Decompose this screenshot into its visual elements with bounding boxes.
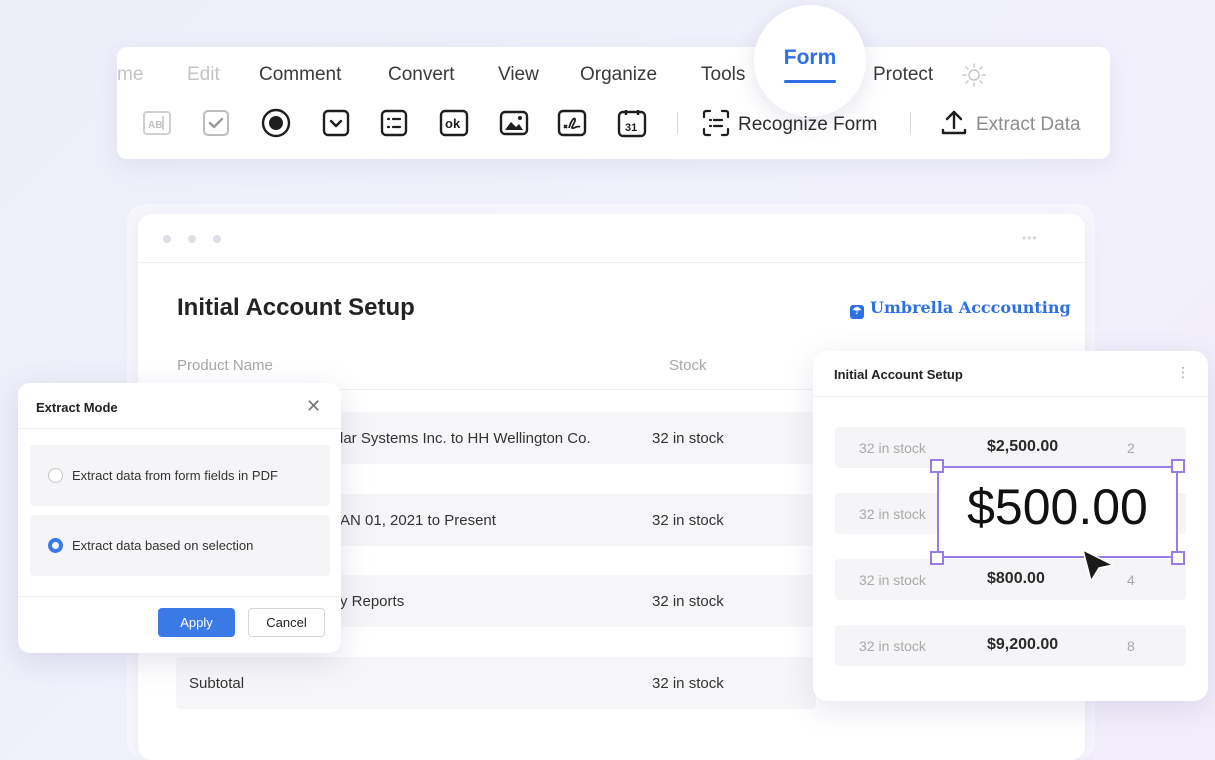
radio-selection[interactable] (48, 538, 63, 553)
radio-form-fields[interactable] (48, 468, 63, 483)
panel-stock: 32 in stock (859, 440, 926, 456)
option-label: Extract data from form fields in PDF (72, 468, 278, 483)
panel-price: $9,200.00 (987, 636, 1059, 653)
close-icon[interactable]: ✕ (306, 396, 321, 417)
svg-text:AB: AB (148, 120, 162, 131)
panel-qty: 2 (1127, 440, 1135, 456)
radio-button-icon[interactable] (260, 107, 292, 139)
tab-comment[interactable]: Comment (259, 64, 341, 86)
panel-stock: 32 in stock (859, 506, 926, 522)
dialog-divider (18, 596, 341, 597)
signature-field-icon[interactable] (556, 107, 588, 139)
column-header-stock: Stock (669, 357, 707, 374)
lightbulb-icon[interactable] (961, 62, 987, 88)
panel-divider (813, 396, 1208, 397)
date-field-icon[interactable]: 31 (616, 107, 648, 139)
brand-name: Umbrella Acccounting (870, 298, 1071, 317)
subtotal-label: Subtotal (189, 675, 245, 692)
stock-cell: 32 in stock (652, 593, 724, 610)
cancel-button[interactable]: Cancel (248, 608, 325, 637)
tab-home[interactable]: me (117, 64, 143, 86)
window-dot (163, 235, 171, 243)
resize-handle[interactable] (930, 459, 944, 473)
checkbox-icon[interactable] (200, 107, 232, 139)
more-vertical-icon[interactable]: ⋮ (1176, 364, 1190, 381)
resize-handle[interactable] (1171, 459, 1185, 473)
product-cell: y Reports (340, 593, 405, 610)
brand-logo: ☂ Umbrella Acccounting (850, 298, 1071, 319)
list-box-icon[interactable] (378, 107, 410, 139)
image-field-icon[interactable] (498, 107, 530, 139)
tab-form[interactable]: Form (754, 46, 866, 70)
dialog-divider (18, 428, 341, 429)
stock-cell: 32 in stock (652, 675, 724, 692)
upload-icon[interactable] (938, 107, 970, 139)
apply-button[interactable]: Apply (158, 608, 235, 637)
ok-button-icon[interactable]: ok (438, 107, 470, 139)
active-tab-underline (784, 80, 836, 83)
column-header-product: Product Name (177, 357, 273, 374)
svg-text:ok: ok (445, 116, 461, 131)
panel-qty: 8 (1127, 638, 1135, 654)
dropdown-icon[interactable] (320, 107, 352, 139)
recognize-form-button[interactable]: Recognize Form (738, 114, 877, 136)
toolbar-divider (910, 112, 911, 134)
recognize-form-icon[interactable] (700, 107, 732, 139)
svg-text:31: 31 (625, 122, 637, 134)
tab-view[interactable]: View (498, 64, 539, 86)
extract-data-button[interactable]: Extract Data (976, 114, 1081, 136)
toolbar-divider (677, 112, 678, 134)
tab-protect[interactable]: Protect (873, 64, 933, 86)
text-field-icon[interactable]: AB (141, 107, 173, 139)
panel-stock: 32 in stock (859, 638, 926, 654)
tab-tools[interactable]: Tools (701, 64, 745, 86)
document-title: Initial Account Setup (177, 294, 415, 321)
panel-price: $2,500.00 (987, 438, 1059, 455)
tab-edit[interactable]: Edit (187, 64, 220, 86)
dialog-title: Extract Mode (36, 400, 118, 415)
tab-convert[interactable]: Convert (388, 64, 455, 86)
panel-price: $800.00 (987, 570, 1045, 587)
stock-cell: 32 in stock (652, 430, 724, 447)
selected-value: $500.00 (967, 479, 1148, 535)
product-cell: lar Systems Inc. to HH Wellington Co. (340, 430, 591, 447)
option-label: Extract data based on selection (72, 538, 254, 553)
umbrella-icon: ☂ (850, 305, 864, 319)
window-dot (188, 235, 196, 243)
product-cell: AN 01, 2021 to Present (340, 512, 496, 529)
tab-organize[interactable]: Organize (580, 64, 657, 86)
panel-stock: 32 in stock (859, 572, 926, 588)
stock-cell: 32 in stock (652, 512, 724, 529)
panel-title: Initial Account Setup (834, 367, 963, 382)
window-dot (213, 235, 221, 243)
window-header-divider (138, 262, 1085, 263)
resize-handle[interactable] (1171, 551, 1185, 565)
window-more-icon[interactable]: ••• (1022, 231, 1038, 245)
cursor-arrow-icon (1081, 548, 1115, 584)
panel-qty: 4 (1127, 572, 1135, 588)
resize-handle[interactable] (930, 551, 944, 565)
